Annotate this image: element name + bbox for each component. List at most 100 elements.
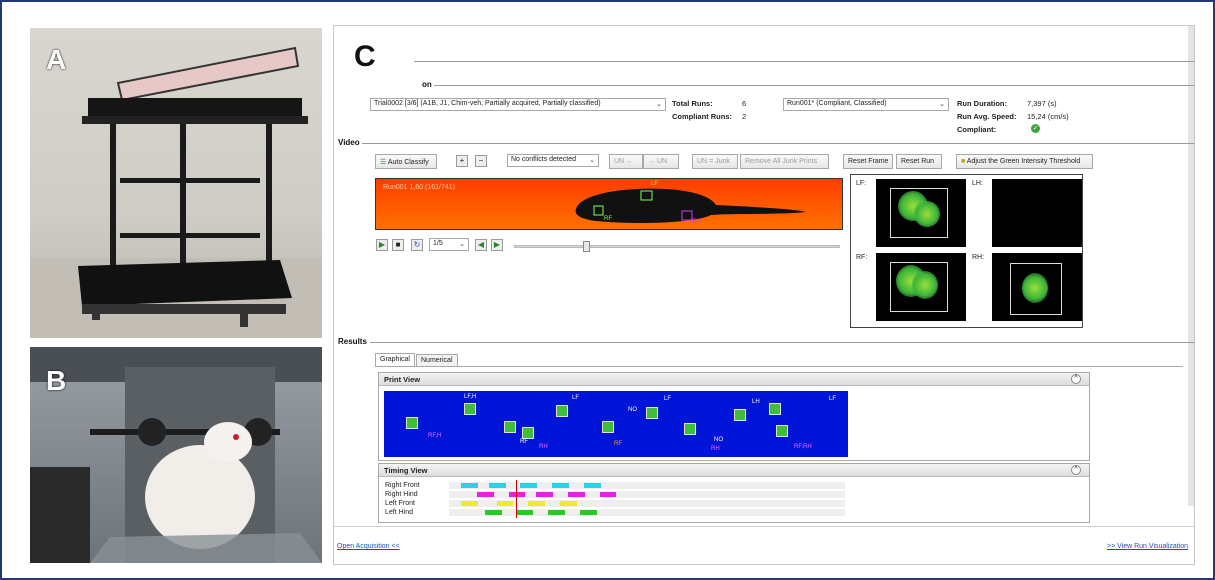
trial-select[interactable]: Trial0002 [3/6] (A1B, J1, Chim-veh, Part… bbox=[370, 98, 666, 111]
un-junk-label: UN = Junk bbox=[697, 158, 730, 165]
threshold-icon: ■ bbox=[961, 158, 966, 165]
stance-bar bbox=[528, 501, 546, 506]
time-cursor[interactable] bbox=[516, 480, 517, 518]
paw-label-rh: RH: bbox=[972, 254, 985, 261]
paw-print-blob bbox=[1022, 273, 1048, 303]
section-label-results: Results bbox=[338, 337, 369, 346]
stance-bar bbox=[496, 501, 514, 506]
remove-junk-button[interactable]: Remove All Junk Prints bbox=[740, 154, 829, 169]
print-label: LH bbox=[752, 399, 760, 405]
vertical-scrollbar[interactable] bbox=[1188, 26, 1194, 506]
play-icon[interactable]: ▶ bbox=[376, 239, 388, 251]
paw-image-lf bbox=[876, 179, 966, 247]
chevron-down-icon: ⌄ bbox=[939, 101, 945, 108]
stop-icon[interactable]: ■ bbox=[392, 239, 404, 251]
print-view-header: Print View ^ bbox=[379, 373, 1089, 386]
video-frame[interactable]: Run001 1,60 (161/741) LF RF RH bbox=[375, 178, 843, 230]
footprint-marker bbox=[684, 423, 696, 435]
print-view-title: Print View bbox=[384, 375, 421, 384]
reset-frame-button[interactable]: Reset Frame bbox=[843, 154, 893, 169]
collapse-icon[interactable]: ^ bbox=[1071, 374, 1081, 384]
footprint-marker bbox=[776, 425, 788, 437]
auto-classify-label: Auto Classify bbox=[387, 159, 429, 166]
zoom-out-icon[interactable]: − bbox=[475, 155, 487, 167]
timing-chart: Right Front Right Hind Left Front Left Hind bbox=[379, 480, 1091, 522]
reset-run-label: Reset Run bbox=[901, 158, 935, 165]
timing-row-label: Left Front bbox=[385, 500, 415, 507]
print-label: RF bbox=[520, 439, 528, 445]
print-label: NO bbox=[714, 437, 723, 443]
photo-rat-walkway: B bbox=[30, 347, 322, 563]
next-unclassified-button[interactable]: → UN bbox=[643, 154, 679, 169]
stance-bar bbox=[579, 510, 597, 515]
overlay-label-rf: RF bbox=[604, 216, 612, 222]
divider bbox=[370, 342, 1194, 343]
stance-bar bbox=[476, 492, 494, 497]
stance-bar bbox=[461, 501, 478, 506]
reset-frame-label: Reset Frame bbox=[848, 158, 889, 165]
print-label: LF bbox=[572, 395, 580, 401]
paw-print-blob bbox=[912, 271, 938, 299]
zoom-in-icon[interactable]: + bbox=[456, 155, 468, 167]
timing-view-panel: Timing View ^ Right Front Right Hind Left … bbox=[378, 463, 1090, 523]
conflicts-select[interactable]: No conflicts detected ⌄ bbox=[507, 154, 599, 167]
stance-bar bbox=[488, 483, 506, 488]
frame-slider[interactable] bbox=[514, 241, 840, 252]
reset-run-button[interactable]: Reset Run bbox=[896, 154, 942, 169]
adjust-threshold-button[interactable]: ■ Adjust the Green Intensity Threshold bbox=[956, 154, 1093, 169]
speed-select[interactable]: 1/5 ⌄ bbox=[429, 238, 469, 251]
print-label: LF bbox=[664, 396, 672, 402]
apparatus-drawing bbox=[30, 46, 322, 338]
stance-bar bbox=[567, 492, 585, 497]
timing-row-track bbox=[449, 491, 845, 498]
print-label: RF,RH bbox=[794, 444, 812, 450]
stance-bar bbox=[516, 510, 534, 515]
run-select[interactable]: Run001* (Compliant, Classified) ⌄ bbox=[783, 98, 949, 111]
stance-bar bbox=[484, 510, 502, 515]
timing-row-label: Right Hind bbox=[385, 491, 418, 498]
run-duration-value: 7,397 (s) bbox=[1027, 99, 1057, 108]
print-label: LF,H bbox=[464, 394, 477, 400]
stance-bar bbox=[520, 483, 538, 488]
timing-view-header: Timing View ^ bbox=[379, 464, 1089, 477]
tab-graphical[interactable]: Graphical bbox=[375, 353, 415, 366]
panel-label-b: B bbox=[46, 365, 67, 396]
panel-label-c: C bbox=[354, 40, 376, 73]
previous-unclassified-button[interactable]: UN ← bbox=[609, 154, 643, 169]
footprint-marker bbox=[464, 403, 476, 415]
print-label: RF bbox=[614, 441, 622, 447]
arrow-right-icon: → bbox=[648, 158, 655, 165]
footprint-marker bbox=[504, 421, 516, 433]
open-acquisition-link[interactable]: Open Acquisition << bbox=[337, 543, 400, 550]
slider-thumb[interactable] bbox=[583, 241, 590, 252]
software-screenshot: C on Trial0002 [3/6] (A1B, J1, Chim-veh,… bbox=[333, 25, 1195, 565]
classify-icon: ☰ bbox=[380, 159, 387, 166]
un-junk-button[interactable]: UN = Junk bbox=[692, 154, 738, 169]
total-runs-value: 6 bbox=[742, 99, 747, 108]
paw-label-lh: LH: bbox=[972, 180, 983, 187]
timing-view-title: Timing View bbox=[384, 466, 428, 475]
collapse-icon[interactable]: ^ bbox=[1071, 465, 1081, 475]
paw-image-lh bbox=[992, 179, 1082, 247]
divider bbox=[362, 143, 1194, 144]
compliant-label: Compliant: bbox=[957, 125, 997, 134]
divider bbox=[434, 85, 1194, 86]
auto-classify-button[interactable]: ☰ Auto Classify bbox=[375, 154, 437, 169]
photo-walkway-apparatus: A bbox=[30, 28, 322, 338]
stance-bar bbox=[583, 483, 601, 488]
divider bbox=[334, 526, 1194, 527]
print-label: RH bbox=[711, 446, 720, 452]
paw-detail-panel: LF: LH: RF: RH: bbox=[850, 174, 1083, 328]
footprint-marker bbox=[602, 421, 614, 433]
total-runs-label: Total Runs: bbox=[672, 99, 713, 108]
chevron-down-icon: ⌄ bbox=[459, 241, 465, 248]
loop-icon[interactable]: ↻ bbox=[411, 239, 423, 251]
adjust-threshold-label: Adjust the Green Intensity Threshold bbox=[966, 158, 1081, 165]
stance-bar bbox=[599, 492, 617, 497]
stance-bar bbox=[461, 483, 478, 488]
footprint-marker bbox=[769, 403, 781, 415]
check-icon: ✓ bbox=[1031, 124, 1040, 133]
step-forward-icon[interactable]: ▶ bbox=[491, 239, 503, 251]
view-run-visualization-link[interactable]: >> View Run Visualization bbox=[1107, 543, 1188, 550]
step-back-icon[interactable]: ◀ bbox=[475, 239, 487, 251]
